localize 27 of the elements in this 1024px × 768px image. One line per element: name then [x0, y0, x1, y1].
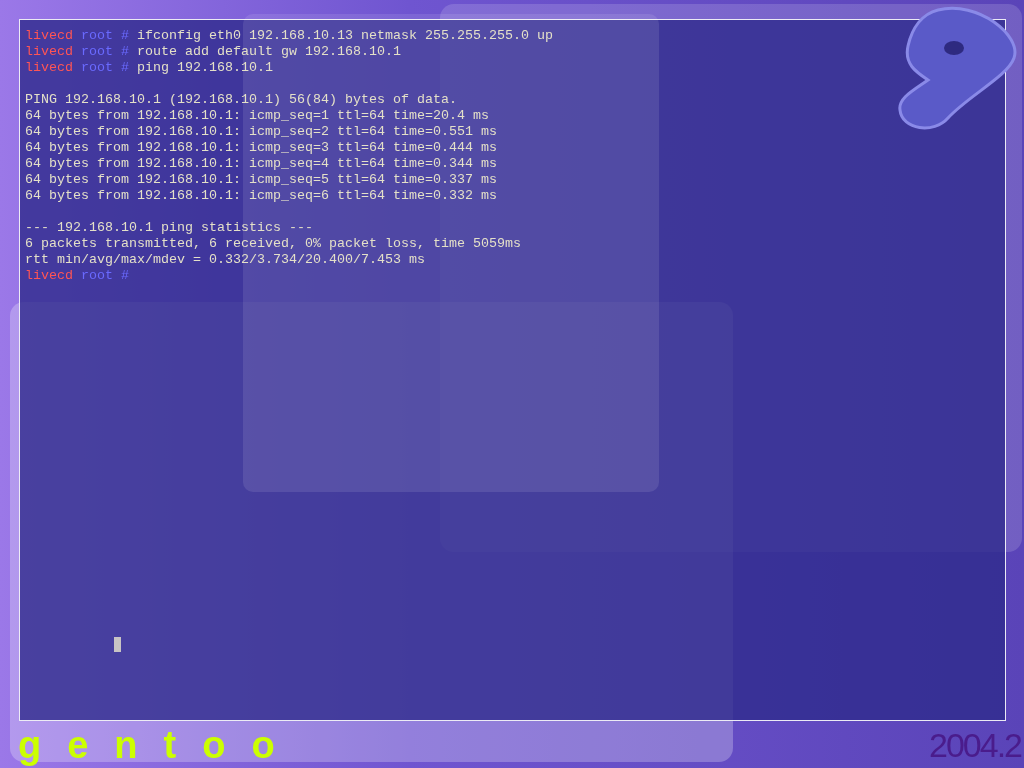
- prompt-host: livecd: [25, 44, 73, 60]
- cursor-icon: [114, 637, 121, 652]
- prompt-host: livecd: [25, 60, 73, 76]
- command-text: route add default gw 192.168.10.1: [137, 44, 401, 60]
- command-text: ifconfig eth0 192.168.10.13 netmask 255.255.255.0 up: [137, 28, 553, 44]
- output-line: 64 bytes from 192.168.10.1: icmp_seq=6 ttl=64 time=0.332 ms: [25, 188, 497, 203]
- output-line: 64 bytes from 192.168.10.1: icmp_seq=5 ttl=64 time=0.337 ms: [25, 172, 497, 187]
- prompt-symbol: #: [121, 44, 129, 60]
- output-line: rtt min/avg/max/mdev = 0.332/3.734/20.400/7.453 ms: [25, 252, 425, 267]
- prompt-symbol: #: [121, 268, 129, 284]
- prompt-symbol: #: [121, 28, 129, 44]
- logo-text: gentoo: [18, 725, 301, 764]
- output-line: 64 bytes from 192.168.10.1: icmp_seq=4 ttl=64 time=0.344 ms: [25, 156, 497, 171]
- prompt-user: root: [81, 60, 113, 76]
- output-line: 6 packets transmitted, 6 received, 0% packet loss, time 5059ms: [25, 236, 521, 251]
- prompt-user: root: [81, 44, 113, 60]
- prompt-host: livecd: [25, 28, 73, 44]
- prompt-user: root: [81, 28, 113, 44]
- prompt-symbol: #: [121, 60, 129, 76]
- output-line: 64 bytes from 192.168.10.1: icmp_seq=1 ttl=64 time=20.4 ms: [25, 108, 489, 123]
- command-text: ping 192.168.10.1: [137, 60, 273, 76]
- output-line: 64 bytes from 192.168.10.1: icmp_seq=2 ttl=64 time=0.551 ms: [25, 124, 497, 139]
- output-line: --- 192.168.10.1 ping statistics ---: [25, 220, 313, 235]
- prompt-user: root: [81, 268, 113, 284]
- output-line: PING 192.168.10.1 (192.168.10.1) 56(84) bytes of data.: [25, 92, 457, 107]
- output-line: 64 bytes from 192.168.10.1: icmp_seq=3 ttl=64 time=0.444 ms: [25, 140, 497, 155]
- prompt-host: livecd: [25, 268, 73, 284]
